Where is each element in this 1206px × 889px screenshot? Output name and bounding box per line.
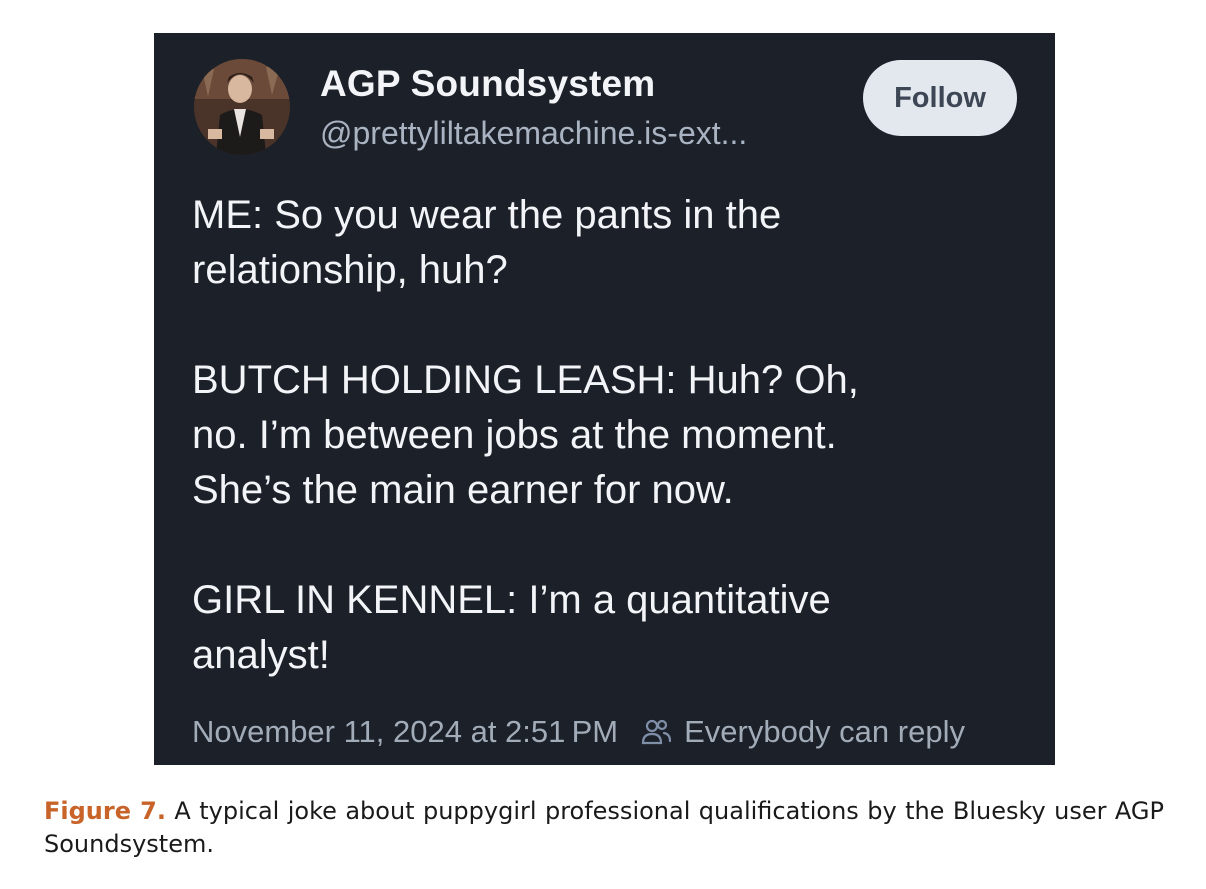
post-timestamp[interactable]: November 11, 2024 at 2:51 PM <box>192 714 618 750</box>
avatar-photo <box>194 59 290 155</box>
people-icon <box>640 716 672 748</box>
post-paragraph: GIRL IN KENNEL: I’m a quantitative analy… <box>192 578 831 677</box>
reply-setting[interactable]: Everybody can reply <box>684 714 965 750</box>
social-post-screenshot: AGP Soundsystem @prettyliltakemachine.is… <box>154 33 1055 765</box>
user-handle[interactable]: @prettyliltakemachine.is-ext... <box>320 115 747 152</box>
caption-text: A typical joke about puppygirl professio… <box>44 797 1164 858</box>
display-name[interactable]: AGP Soundsystem <box>320 63 655 105</box>
figure-label: Figure 7. <box>44 797 166 825</box>
post-body: ME: So you wear the pants in the relatio… <box>192 188 1022 683</box>
avatar[interactable] <box>194 59 290 155</box>
follow-button[interactable]: Follow <box>863 60 1017 136</box>
figure-caption: Figure 7. A typical joke about puppygirl… <box>44 795 1164 861</box>
post-meta: November 11, 2024 at 2:51 PM Everybody c… <box>192 711 965 753</box>
post-paragraph: ME: So you wear the pants in the relatio… <box>192 193 782 292</box>
post-paragraph: BUTCH HOLDING LEASH: Huh? Oh, no. I’m be… <box>192 358 859 512</box>
